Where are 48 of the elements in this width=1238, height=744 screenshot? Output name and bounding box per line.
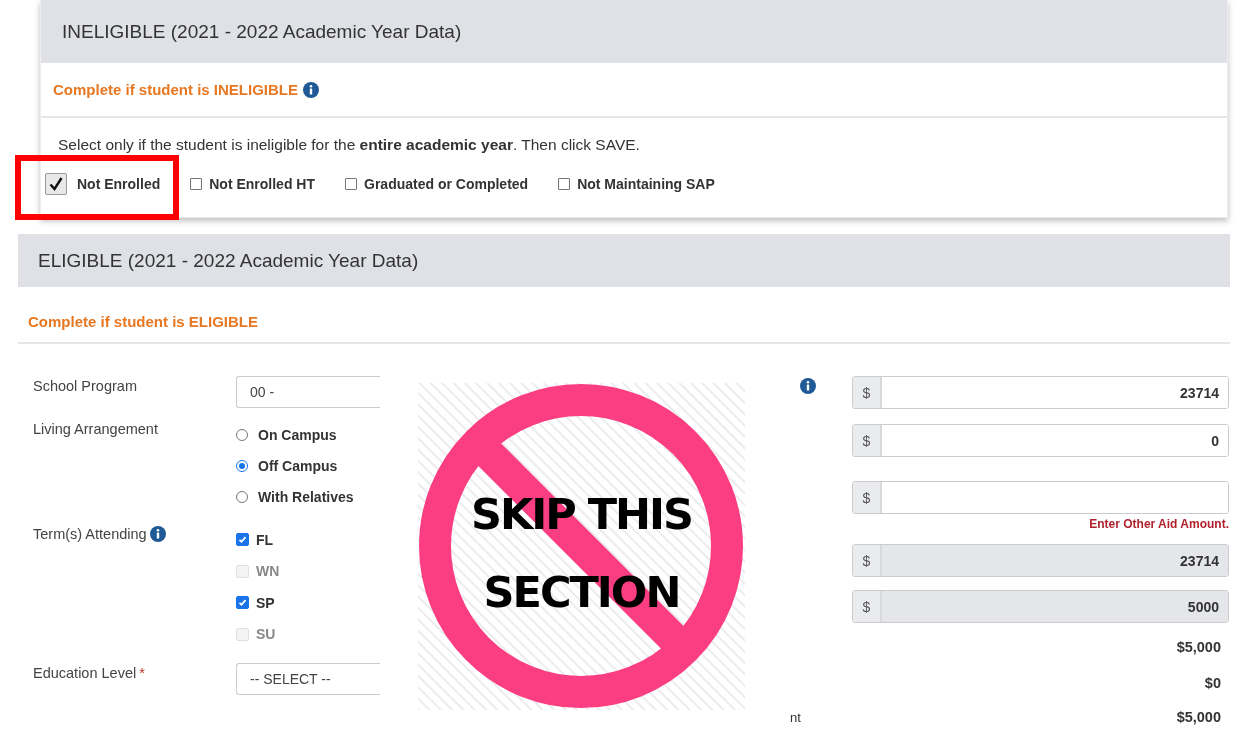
field-label: Living Arrangement [33,421,158,437]
total-value: $5,000 [1176,709,1221,725]
currency-prefix: $ [862,489,871,506]
checkbox-label: Not Enrolled [77,176,161,192]
section-subtitle: Complete if student is ELIGIBLE [28,313,259,330]
radio-label: Off Campus [258,457,338,474]
select-field[interactable]: 00 - [236,376,380,408]
section-title: ELIGIBLE (2021 - 2022 Academic Year Data) [38,249,419,272]
checkbox[interactable] [558,178,571,190]
field-label: Term(s) Attending [33,526,147,542]
instruction-text: Select only if the student is ineligible for the entire academic year. Then click SAVE. [58,136,640,154]
radio-label: With Relatives [258,488,354,505]
amount-value: 23714 [1180,552,1219,569]
amount-value: 0 [1211,432,1219,449]
currency-prefix: $ [862,432,871,449]
checkbox[interactable] [45,173,67,195]
amount-value: 5000 [1187,598,1219,615]
checkmark-icon [237,534,248,546]
amount-field[interactable]: $ 0 [852,424,1229,457]
total-label: nt [790,709,801,725]
amount-field[interactable]: $ [852,481,1229,514]
error-message: Enter Other Aid Amount. [1089,517,1229,531]
amount-field[interactable]: $ 23714 [852,376,1229,409]
section-title: INELIGIBLE (2021 - 2022 Academic Year Data) [62,20,462,43]
required-mark: * [139,665,145,681]
currency-prefix: $ [862,384,871,401]
total-value: $0 [1204,675,1221,691]
field-label: School Program [33,378,137,394]
checkbox-label: SU [256,626,276,643]
amount-value: 23714 [1180,384,1219,401]
checkmark-icon [237,597,248,609]
select-field[interactable]: -- SELECT -- [236,663,380,695]
checkbox[interactable] [345,178,357,190]
section-subtitle: Complete if student is INELIGIBLE [53,81,299,98]
checkbox-label: WN [256,563,280,580]
checkbox-label: Graduated or Completed [364,176,529,192]
checkbox[interactable] [190,178,203,190]
checkbox-label: Not Maintaining SAP [577,176,715,192]
checkbox-label: Not Enrolled HT [209,176,315,192]
checkbox[interactable] [236,533,249,547]
checkbox-label: SP [256,594,275,611]
checkbox-label: FL [256,531,274,548]
field-label: Education Level [33,665,137,681]
radio-label: On Campus [258,426,337,443]
currency-prefix: $ [862,552,871,569]
currency-prefix: $ [862,598,871,615]
total-value: $5,000 [1176,639,1221,655]
checkbox[interactable] [236,596,249,610]
